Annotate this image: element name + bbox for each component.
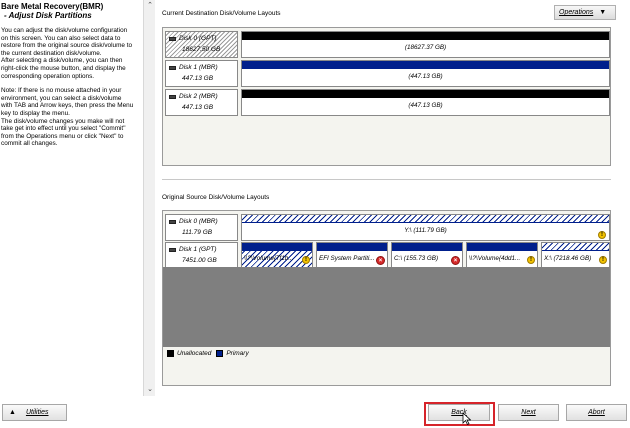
bottom-toolbar: ▲ Utilities Back Next Abort [0, 396, 630, 428]
legend-unallocated: Unallocated [177, 350, 212, 357]
empty-layout-area [163, 267, 610, 347]
disk-name: Disk 1 (MBR) [179, 64, 218, 71]
destination-partition-2[interactable]: (447.13 GB) [241, 89, 610, 116]
primary-bar [317, 243, 387, 251]
partition-label: Y:\ (111.79 GB) [404, 227, 447, 234]
partition-label: C:\ (155.73 GB) [394, 255, 439, 262]
next-label: Next [521, 409, 536, 416]
legend-primary: Primary [226, 350, 249, 357]
warning-icon: ! [598, 231, 606, 239]
caret-down-icon: ▼ [599, 9, 607, 16]
help-text: You can adjust the disk/volume configura… [0, 27, 140, 148]
chevron-down-icon[interactable]: ⌄ [144, 385, 156, 395]
help-paragraph-2: Note: If there is no mouse attached in y… [1, 87, 134, 148]
partition-label: EFI System Partiti... [319, 255, 375, 262]
disk-name: Disk 0 (MBR) [179, 218, 218, 225]
partition-label: (447.13 GB) [408, 102, 443, 109]
disk-size: 111.79 GB [182, 229, 213, 236]
wizard-subtitle: - Adjust Disk Partitions [4, 11, 92, 20]
source-partition-efi[interactable]: EFI System Partiti... × [316, 242, 388, 269]
destination-label: Current Destination Disk/Volume Layouts [162, 10, 281, 17]
help-paragraph-1: You can adjust the disk/volume configura… [1, 27, 133, 80]
source-partition-volume-4dd1[interactable]: \\?\Volume{4dd1... ! [466, 242, 538, 269]
chevron-up-icon[interactable]: ⌃ [144, 1, 156, 11]
source-partition-volume-7f1b[interactable]: \\?\Volume{7f1b... ! [241, 242, 313, 269]
unallocated-bar [242, 90, 609, 98]
mouse-cursor-icon [462, 413, 471, 425]
partition-label: (447.13 GB) [408, 73, 443, 80]
disk-icon [169, 36, 176, 41]
warning-icon: ! [302, 256, 310, 264]
legend: Unallocated Primary [167, 350, 249, 357]
disk-name: Disk 0 (GPT) [179, 35, 217, 42]
destination-disk-1[interactable]: Disk 1 (MBR) 447.13 GB [165, 60, 238, 87]
disk-size: 447.13 GB [182, 75, 214, 82]
partition-label: \\?\Volume{4dd1... [469, 255, 521, 262]
partition-label: (18627.37 GB) [404, 44, 447, 51]
source-disk-0[interactable]: Disk 0 (MBR) 111.79 GB [165, 214, 238, 241]
primary-bar [242, 215, 609, 223]
abort-button[interactable]: Abort [566, 404, 627, 421]
destination-disk-row[interactable]: Disk 1 (MBR) 447.13 GB (447.13 GB) [165, 60, 610, 87]
destination-partition-0[interactable]: (18627.37 GB) [241, 31, 610, 58]
triangle-up-icon: ▲ [9, 409, 16, 416]
destination-disk-2[interactable]: Disk 2 (MBR) 447.13 GB [165, 89, 238, 116]
source-disk-1[interactable]: Disk 1 (GPT) 7451.00 GB [165, 242, 238, 269]
primary-bar [242, 61, 609, 69]
source-partition-y[interactable]: Y:\ (111.79 GB) ! [241, 214, 610, 241]
destination-disk-row[interactable]: Disk 2 (MBR) 447.13 GB (447.13 GB) [165, 89, 610, 116]
disk-icon [169, 94, 176, 99]
warning-icon: ! [599, 256, 607, 264]
primary-bar [392, 243, 462, 251]
destination-disk-row[interactable]: Disk 0 (GPT) 18627.50 GB (18627.37 GB) [165, 31, 610, 58]
disk-icon [169, 219, 176, 224]
disk-size: 18627.50 GB [182, 46, 221, 53]
primary-bar [242, 243, 312, 251]
source-disk-row[interactable]: Disk 0 (MBR) 111.79 GB Y:\ (111.79 GB) ! [165, 214, 610, 241]
error-icon: × [376, 256, 385, 265]
utilities-button[interactable]: ▲ Utilities [2, 404, 67, 421]
wizard-title: Bare Metal Recovery(BMR) [1, 2, 104, 11]
disk-size: 7451.00 GB [182, 257, 217, 264]
warning-icon: ! [527, 256, 535, 264]
operations-label: Operations [559, 9, 594, 16]
destination-panel: Disk 0 (GPT) 18627.50 GB (18627.37 GB) D… [162, 27, 611, 166]
unallocated-bar [242, 32, 609, 40]
source-panel: Disk 0 (MBR) 111.79 GB Y:\ (111.79 GB) !… [162, 210, 611, 386]
disk-name: Disk 2 (MBR) [179, 93, 218, 100]
primary-bar [467, 243, 537, 251]
disk-icon [169, 65, 176, 70]
abort-label: Abort [588, 409, 605, 416]
disk-icon [169, 247, 176, 252]
disk-name: Disk 1 (GPT) [179, 246, 217, 253]
disk-size: 447.13 GB [182, 104, 214, 111]
source-disk-row[interactable]: Disk 1 (GPT) 7451.00 GB \\?\Volume{7f1b.… [165, 242, 610, 269]
partition-label: \\?\Volume{7f1b... [244, 255, 294, 262]
operations-button[interactable]: Operations ▼ [554, 5, 616, 20]
section-divider [162, 179, 611, 180]
help-pane: Bare Metal Recovery(BMR) - Adjust Disk P… [0, 0, 143, 392]
vertical-scrollbar[interactable]: ⌃ ⌄ [143, 0, 155, 396]
source-partition-x[interactable]: X:\ (7218.46 GB) ! [541, 242, 610, 269]
destination-partition-1[interactable]: (447.13 GB) [241, 60, 610, 87]
primary-bar [542, 243, 609, 251]
bmr-window: Bare Metal Recovery(BMR) - Adjust Disk P… [0, 0, 630, 428]
utilities-label: Utilities [25, 409, 49, 416]
source-label: Original Source Disk/Volume Layouts [162, 194, 270, 201]
destination-disk-0[interactable]: Disk 0 (GPT) 18627.50 GB [165, 31, 238, 58]
layouts-pane: Current Destination Disk/Volume Layouts … [157, 0, 630, 396]
error-icon: × [451, 256, 460, 265]
next-button[interactable]: Next [498, 404, 559, 421]
source-partition-c[interactable]: C:\ (155.73 GB) × [391, 242, 463, 269]
back-button-highlight [424, 402, 495, 426]
unallocated-swatch [167, 350, 174, 357]
partition-label: X:\ (7218.46 GB) [544, 255, 592, 262]
primary-swatch [216, 350, 224, 357]
